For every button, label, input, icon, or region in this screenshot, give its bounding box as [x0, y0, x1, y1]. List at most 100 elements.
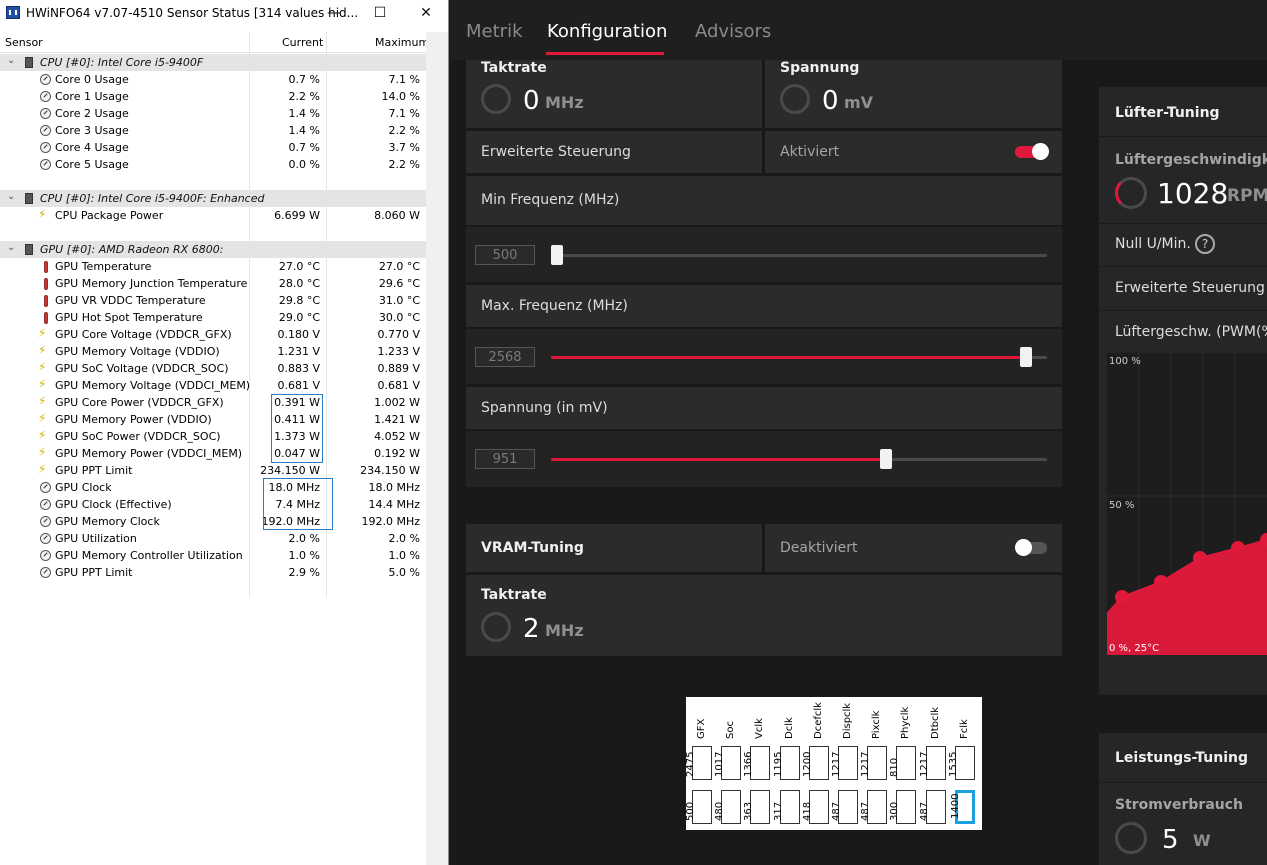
- sensor-maximum: 1.0 %: [388, 549, 420, 562]
- clock-max-value[interactable]: 1217: [919, 746, 946, 780]
- sensor-label: GPU SoC Voltage (VDDCR_SOC): [55, 362, 229, 375]
- clock-max-value[interactable]: 1200: [802, 746, 829, 780]
- divider: [1099, 266, 1267, 267]
- sensor-row[interactable]: GPU Memory Voltage (VDDCI_MEM) 0.681 V 0.6…: [0, 377, 426, 394]
- max-frequenz-input[interactable]: 2568: [475, 347, 535, 367]
- clock-max-value[interactable]: 1217: [860, 746, 888, 780]
- sensor-row[interactable]: GPU Memory Voltage (VDDIO) 1.231 V 1.233 V: [0, 343, 426, 360]
- sensor-row[interactable]: GPU Memory Controller Utilization 1.0 % 1.…: [0, 547, 426, 564]
- spannung-mv-input[interactable]: 951: [475, 449, 535, 469]
- column-maximum[interactable]: Maximum: [375, 36, 429, 49]
- clock-max-value[interactable]: 1195: [773, 746, 800, 780]
- sensor-row[interactable]: GPU Hot Spot Temperature 29.0 °C 30.0 °C: [0, 309, 426, 326]
- clock-min-value[interactable]: 317: [773, 790, 800, 824]
- clock-min-value[interactable]: 487: [919, 790, 946, 824]
- min-frequenz-slider-thumb[interactable]: [551, 245, 563, 265]
- divider: [1099, 223, 1267, 224]
- fan-curve-point[interactable]: [1154, 575, 1168, 589]
- maximize-button[interactable]: ☐: [357, 0, 403, 26]
- stromverbrauch-value: 5: [1162, 825, 1179, 855]
- sensor-row[interactable]: Core 0 Usage 0.7 % 7.1 %: [0, 71, 426, 88]
- sensor-current: 0.681 V: [277, 379, 320, 392]
- sensor-maximum: 1.002 W: [374, 396, 420, 409]
- sensor-row[interactable]: GPU SoC Power (VDDCR_SOC)1.373 W4.052 W: [0, 428, 426, 445]
- sensor-maximum: 5.0 %: [388, 566, 420, 579]
- minimize-button[interactable]: —: [311, 0, 357, 26]
- sensor-row[interactable]: GPU PPT Limit 234.150 W 234.150 W: [0, 462, 426, 479]
- tab-konfiguration[interactable]: Konfiguration: [547, 21, 667, 42]
- column-current[interactable]: Current: [282, 36, 323, 49]
- clock-max-value[interactable]: 1217: [831, 746, 858, 780]
- help-icon[interactable]: ?: [1195, 234, 1215, 254]
- clock-min-value[interactable]: 363: [743, 790, 771, 824]
- min-frequenz-track[interactable]: [551, 254, 1047, 257]
- sensor-row[interactable]: GPU Utilization 2.0 % 2.0 %: [0, 530, 426, 547]
- sensor-row[interactable]: Core 2 Usage 1.4 % 7.1 %: [0, 105, 426, 122]
- spannung-mv-slider-thumb[interactable]: [880, 449, 893, 469]
- sensor-current: 28.0 °C: [278, 277, 320, 290]
- hwinfo-scrollbar[interactable]: [426, 32, 448, 865]
- vram-tuning-toggle[interactable]: [1015, 539, 1047, 556]
- max-frequenz-slider-thumb[interactable]: [1020, 347, 1033, 367]
- column-sensor[interactable]: Sensor: [5, 36, 43, 49]
- sensor-row[interactable]: GPU SoC Voltage (VDDCR_SOC) 0.883 V 0.889 …: [0, 360, 426, 377]
- erweiterte-steuerung-toggle[interactable]: [1015, 143, 1049, 160]
- spannung-mv-row: 951: [466, 431, 1062, 487]
- fan-curve-point[interactable]: [1231, 541, 1245, 555]
- clock-min-value[interactable]: 500: [685, 790, 712, 824]
- clock-max-value[interactable]: 1366: [743, 746, 771, 780]
- sensor-row[interactable]: GPU PPT Limit 2.9 % 5.0 %: [0, 564, 426, 581]
- clock-max-value[interactable]: 1017: [714, 746, 742, 780]
- fan-speed-value: 1028: [1157, 177, 1229, 210]
- collapse-chevron-icon[interactable]: ⌄: [7, 242, 15, 253]
- divider: [1099, 782, 1267, 783]
- clock-min-value[interactable]: 480: [714, 790, 742, 824]
- sensor-row[interactable]: Core 3 Usage 1.4 % 2.2 %: [0, 122, 426, 139]
- sensor-row[interactable]: CPU Package Power 6.699 W 8.060 W: [0, 207, 426, 224]
- sensor-maximum: 18.0 MHz: [368, 481, 420, 494]
- tab-metrik[interactable]: Metrik: [466, 21, 523, 42]
- fan-curve-point[interactable]: [1115, 590, 1129, 604]
- clock-min-text: 480: [714, 801, 726, 821]
- sensor-maximum: 0.192 W: [374, 447, 420, 460]
- sensor-label: GPU Memory Power (VDDIO): [55, 413, 212, 426]
- sensor-row[interactable]: GPU Memory Power (VDDIO)0.411 W1.421 W: [0, 411, 426, 428]
- sensor-row[interactable]: GPU Memory Power (VDDCI_MEM)0.047 W0.192…: [0, 445, 426, 462]
- leistungs-tuning-title: Leistungs-Tuning: [1115, 750, 1249, 766]
- sensor-label: Core 1 Usage: [55, 90, 129, 103]
- sensor-row[interactable]: GPU VR VDDC Temperature 29.8 °C 31.0 °C: [0, 292, 426, 309]
- sensor-label: GPU Memory Controller Utilization: [55, 549, 243, 562]
- sensor-row[interactable]: GPU Memory Junction Temperature 28.0 °C 29…: [0, 275, 426, 292]
- sensor-row[interactable]: GPU Core Voltage (VDDCR_GFX) 0.180 V 0.770…: [0, 326, 426, 343]
- collapse-chevron-icon[interactable]: ⌄: [7, 191, 15, 202]
- clock-max-value[interactable]: 1535: [948, 746, 975, 780]
- sensor-label: Core 4 Usage: [55, 141, 129, 154]
- sensor-group-row[interactable]: ⌄ CPU [#0]: Intel Core i5-9400F: [0, 54, 426, 71]
- min-frequenz-input[interactable]: 500: [475, 245, 535, 265]
- clock-min-value[interactable]: 487: [860, 790, 888, 824]
- sensor-row[interactable]: Core 5 Usage 0.0 % 2.2 %: [0, 156, 426, 173]
- sensor-group-row[interactable]: ⌄ CPU [#0]: Intel Core i5-9400F: Enhanced: [0, 190, 426, 207]
- sensor-row[interactable]: GPU Clock (Effective) 7.4 MHz 14.4 MHz: [0, 496, 426, 513]
- clock-min-value[interactable]: 487: [831, 790, 858, 824]
- sensor-row[interactable]: GPU Memory Clock 192.0 MHz 192.0 MHz: [0, 513, 426, 530]
- tab-advisors[interactable]: Advisors: [695, 21, 771, 42]
- clock-min-value[interactable]: 300: [889, 790, 917, 824]
- collapse-chevron-icon[interactable]: ⌄: [7, 55, 15, 66]
- thermometer-icon: [44, 261, 48, 273]
- sensor-row[interactable]: GPU Clock 18.0 MHz 18.0 MHz: [0, 479, 426, 496]
- clock-min-value[interactable]: 1400: [950, 790, 975, 824]
- clock-max-value[interactable]: 2475: [685, 746, 712, 780]
- sensor-maximum: 14.0 %: [381, 90, 420, 103]
- fan-curve-point[interactable]: [1193, 551, 1207, 565]
- close-button[interactable]: ✕: [403, 0, 448, 26]
- sensor-row[interactable]: Core 4 Usage 0.7 % 3.7 %: [0, 139, 426, 156]
- sensor-row[interactable]: Core 1 Usage 2.2 % 14.0 %: [0, 88, 426, 105]
- sensor-row[interactable]: GPU Temperature 27.0 °C 27.0 °C: [0, 258, 426, 275]
- clock-max-value[interactable]: 810: [889, 746, 917, 780]
- sensor-group-row[interactable]: ⌄ GPU [#0]: AMD Radeon RX 6800:: [0, 241, 426, 258]
- clock-min-value[interactable]: 418: [802, 790, 829, 824]
- clock-column: Vclk 1366 363: [743, 697, 772, 830]
- sensor-row[interactable]: GPU Core Power (VDDCR_GFX)0.391 W1.002 W: [0, 394, 426, 411]
- max-frequenz-row: 2568: [466, 329, 1062, 384]
